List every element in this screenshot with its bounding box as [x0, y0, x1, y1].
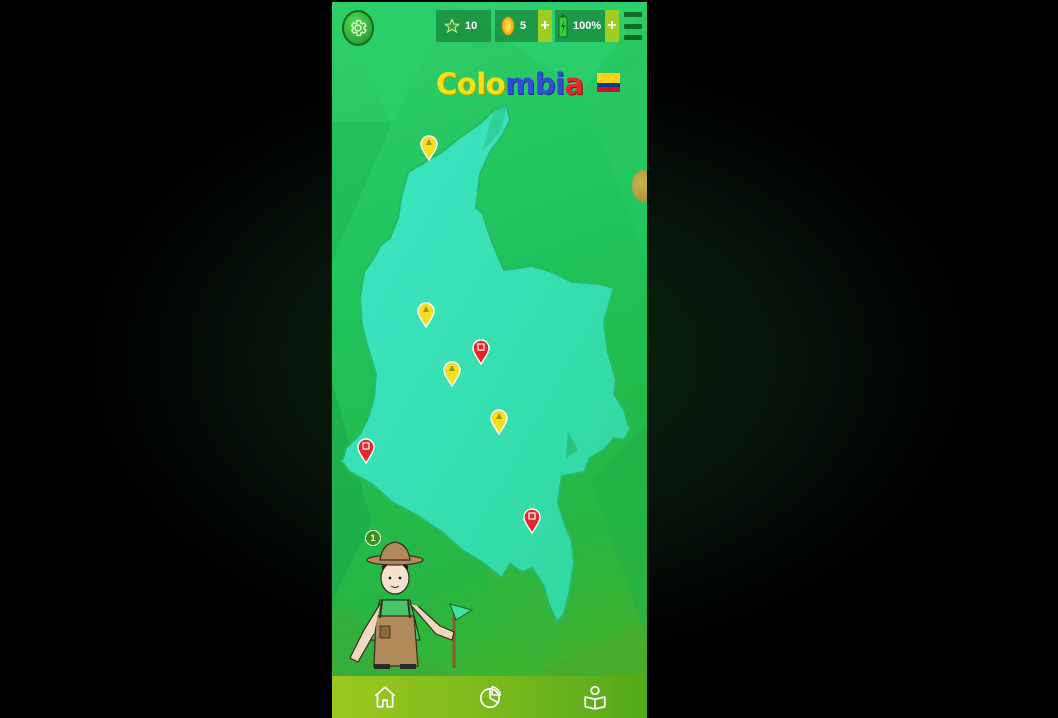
stars-value: 10 — [465, 20, 478, 32]
level-badge: 1 — [365, 530, 381, 546]
bottom-navigation — [332, 676, 647, 718]
battery-icon — [558, 14, 568, 38]
coin-icon — [501, 16, 515, 36]
nav-home-button[interactable] — [332, 676, 437, 718]
energy-counter: 100% — [555, 10, 605, 42]
star-icon — [444, 18, 460, 34]
gear-icon — [350, 19, 367, 37]
energy-value: 100% — [573, 20, 602, 32]
side-coin-icon[interactable] — [632, 170, 647, 202]
home-icon — [374, 686, 395, 708]
map-pin-locked[interactable] — [523, 508, 541, 535]
map-pin-locked[interactable] — [472, 339, 490, 366]
menu-button[interactable] — [624, 12, 642, 40]
user-book-icon — [583, 685, 606, 710]
game-screen: 10 5 + 100% + Colo mbi a 1 — [332, 2, 647, 718]
settings-button[interactable] — [342, 10, 374, 46]
map-pin-unlocked[interactable] — [417, 302, 435, 329]
title-part-3: a — [564, 67, 585, 101]
screen-backdrop: 10 5 + 100% + Colo mbi a 1 — [0, 0, 1058, 718]
hamburger-menu-icon-bar — [624, 35, 642, 40]
title-part-2: mbi — [505, 67, 565, 101]
coins-value: 5 — [520, 20, 527, 32]
add-energy-button[interactable]: + — [605, 10, 619, 42]
title-part-1: Colo — [436, 67, 506, 101]
nav-stats-button[interactable] — [437, 676, 542, 718]
farmer-character[interactable] — [340, 530, 475, 670]
coins-counter: 5 — [495, 10, 538, 42]
map-pin-locked[interactable] — [357, 438, 375, 465]
map-pin-unlocked[interactable] — [490, 409, 508, 436]
pie-chart-icon — [479, 685, 501, 709]
stars-counter: 10 — [436, 10, 491, 42]
add-coins-button[interactable]: + — [538, 10, 552, 42]
nav-profile-button[interactable] — [542, 676, 647, 718]
colombia-flag-icon — [597, 73, 620, 92]
hamburger-menu-icon-bar — [624, 23, 642, 29]
map-pin-unlocked[interactable] — [420, 135, 438, 162]
hamburger-menu-icon — [624, 12, 642, 17]
country-title: Colo mbi a — [436, 64, 584, 104]
map-pin-unlocked[interactable] — [443, 361, 461, 388]
